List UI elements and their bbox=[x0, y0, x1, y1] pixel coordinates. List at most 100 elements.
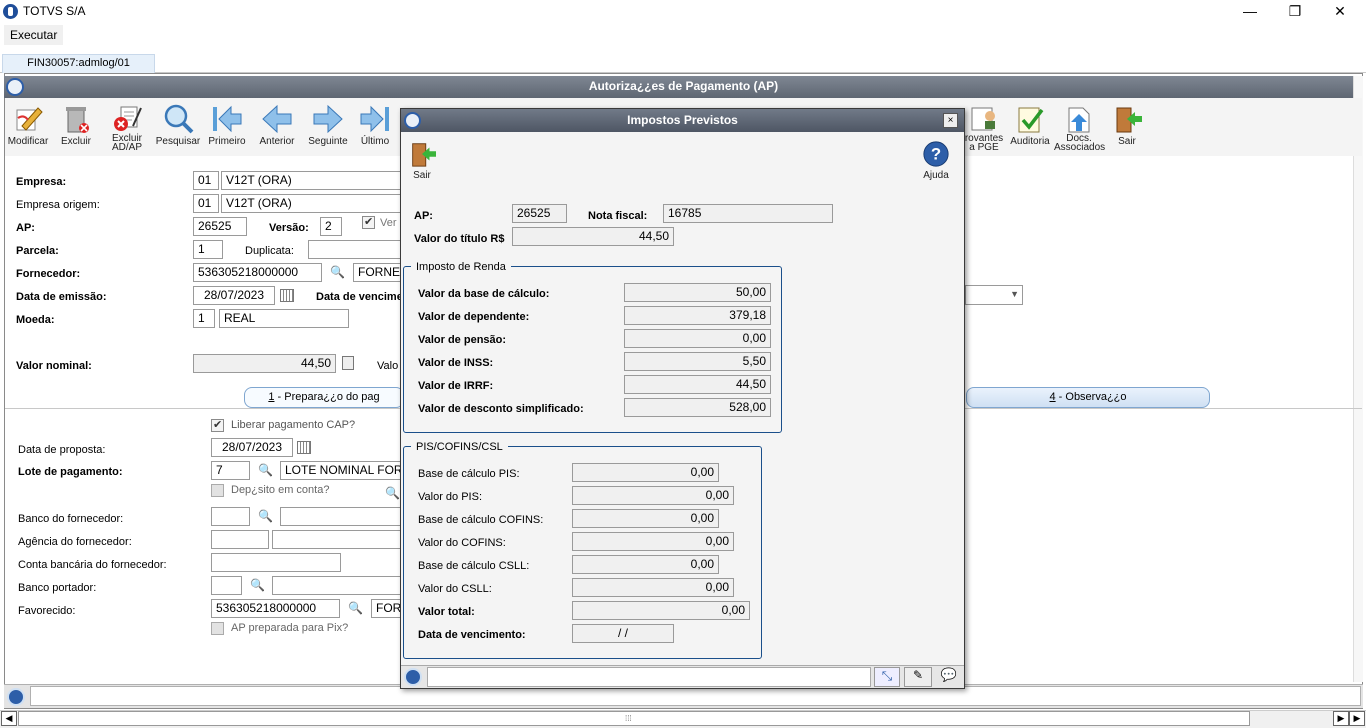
anterior-button[interactable]: Anterior bbox=[252, 100, 302, 156]
comprovantes-pge-button[interactable]: rovantes a PGE bbox=[961, 100, 1007, 156]
ap-field[interactable]: 26525 bbox=[193, 217, 247, 236]
scroll-right-arrow[interactable]: ▶ bbox=[1333, 711, 1349, 726]
chat-icon[interactable]: 💬 bbox=[936, 667, 962, 687]
banco-fornecedor-search-icon[interactable]: 🔍 bbox=[258, 509, 273, 523]
primeiro-button[interactable]: Primeiro bbox=[202, 100, 252, 156]
agencia-code-field[interactable] bbox=[211, 530, 269, 549]
empresa-origem-code-field[interactable]: 01 bbox=[193, 194, 219, 213]
ir-value-field: 528,00 bbox=[624, 398, 771, 417]
conta-bancaria-field[interactable] bbox=[211, 553, 341, 572]
data-emissao-field[interactable]: 28/07/2023 bbox=[193, 286, 275, 305]
banco-fornecedor-code-field[interactable] bbox=[211, 507, 250, 526]
lote-code-field[interactable]: 7 bbox=[211, 461, 250, 480]
banco-portador-name-field[interactable] bbox=[272, 576, 401, 595]
close-button[interactable]: ✕ bbox=[1317, 0, 1363, 24]
menu-executar[interactable]: Executar bbox=[4, 25, 64, 45]
moeda-code-field[interactable]: 1 bbox=[193, 309, 215, 328]
scroll-left-arrow[interactable]: ◀ bbox=[1, 711, 17, 726]
moeda-name-field[interactable]: REAL bbox=[219, 309, 349, 328]
fornecedor-search-icon[interactable]: 🔍 bbox=[330, 265, 345, 279]
auditoria-button[interactable]: Auditoria bbox=[1005, 100, 1055, 156]
status-select[interactable]: ▼ bbox=[965, 285, 1023, 305]
excluir-ad-ap-button[interactable]: Excluir AD/AP bbox=[102, 100, 152, 156]
first-arrow-icon bbox=[213, 105, 242, 133]
modificar-button[interactable]: Modificar bbox=[3, 100, 53, 156]
totvs-header-icon bbox=[6, 78, 24, 96]
maximize-button[interactable]: ❐ bbox=[1272, 0, 1318, 24]
empresa-origem-name-field[interactable]: V12T (ORA) bbox=[221, 194, 401, 213]
parcela-field[interactable]: 1 bbox=[193, 240, 223, 259]
fornecedor-code-field[interactable]: 536305218000000 bbox=[193, 263, 322, 282]
pis-label: Valor total: bbox=[418, 606, 475, 618]
dialog-ap-label: AP: bbox=[414, 210, 433, 222]
parcela-label: Parcela: bbox=[16, 245, 59, 257]
fornecedor-label: Fornecedor: bbox=[16, 268, 81, 280]
deposito-conta-checkbox[interactable] bbox=[211, 484, 224, 497]
excluir-button[interactable]: Excluir bbox=[51, 100, 101, 156]
data-proposta-label: Data de proposta: bbox=[18, 444, 106, 456]
ir-label: Valor de IRRF: bbox=[418, 380, 494, 392]
versao-checkbox[interactable] bbox=[362, 215, 375, 229]
folder-4-observacao[interactable]: 4 - Observa¿¿o bbox=[966, 387, 1210, 408]
dialog-sair-button[interactable]: Sair bbox=[402, 136, 442, 192]
previous-arrow-icon bbox=[262, 104, 292, 134]
dialog-valor-titulo-field: 44,50 bbox=[512, 227, 674, 246]
duplicata-field[interactable] bbox=[308, 240, 401, 259]
banco-portador-code-field[interactable] bbox=[211, 576, 242, 595]
ir-label: Valor de pensão: bbox=[418, 334, 507, 346]
liberar-pagamento-checkbox[interactable] bbox=[211, 418, 224, 432]
lote-name-field[interactable]: LOTE NOMINAL FORNEC bbox=[280, 461, 401, 480]
ir-label: Valor de desconto simplificado: bbox=[418, 403, 584, 415]
seguinte-button[interactable]: Seguinte bbox=[303, 100, 353, 156]
pis-label: Data de vencimento: bbox=[418, 629, 526, 641]
pis-label: Base de cálculo PIS: bbox=[418, 468, 520, 480]
favorecido-code-field[interactable]: 536305218000000 bbox=[211, 599, 340, 618]
receipts-icon bbox=[971, 107, 995, 131]
dialog-ajuda-button[interactable]: ? Ajuda bbox=[914, 136, 958, 192]
next-arrow-icon bbox=[313, 104, 343, 134]
banco-fornecedor-name-field[interactable] bbox=[280, 507, 401, 526]
resize-arrow-icon[interactable]: ⤡ bbox=[874, 667, 900, 687]
data-vencimento-label: Data de vencimen bbox=[316, 291, 410, 303]
ir-value-field: 44,50 bbox=[624, 375, 771, 394]
docs-associados-button[interactable]: Docs. Associados bbox=[1054, 100, 1105, 156]
calendar-icon[interactable] bbox=[280, 289, 294, 302]
tab-fin30057[interactable]: FIN30057:admlog/01 bbox=[2, 54, 155, 73]
deposito-search-icon[interactable]: 🔍 bbox=[385, 486, 400, 500]
scroll-end-arrow[interactable]: ▶ bbox=[1349, 711, 1365, 726]
sair-button[interactable]: Sair bbox=[1102, 100, 1152, 156]
empresa-code-field[interactable]: 01 bbox=[193, 171, 219, 190]
versao-field[interactable]: 2 bbox=[320, 217, 342, 236]
totvs-dialog-icon bbox=[404, 112, 421, 129]
dialog-title: Impostos Previstos bbox=[401, 109, 964, 132]
printer-icon[interactable]: ✎ bbox=[904, 667, 932, 687]
pis-value-field: 0,00 bbox=[572, 486, 734, 505]
vertical-scrollbar[interactable] bbox=[1353, 76, 1363, 682]
pesquisar-button[interactable]: Pesquisar bbox=[153, 100, 203, 156]
edit-icon bbox=[16, 107, 43, 131]
folder-1-preparacao[interactable]: 1 - Prepara¿¿o do pag bbox=[244, 387, 404, 408]
search-icon bbox=[164, 104, 194, 134]
data-proposta-field[interactable]: 28/07/2023 bbox=[211, 438, 293, 457]
duplicata-label: Duplicata: bbox=[245, 245, 294, 257]
favorecido-search-icon[interactable]: 🔍 bbox=[348, 601, 363, 615]
notes-icon[interactable] bbox=[342, 356, 354, 370]
ultimo-button[interactable]: Último bbox=[353, 100, 397, 156]
banco-portador-search-icon[interactable]: 🔍 bbox=[250, 578, 265, 592]
pis-label: Valor do PIS: bbox=[418, 491, 482, 503]
minimize-button[interactable]: — bbox=[1227, 0, 1273, 24]
lote-search-icon[interactable]: 🔍 bbox=[258, 463, 273, 477]
fornecedor-name-field[interactable]: FORNEC bbox=[353, 263, 401, 282]
ap-pix-checkbox[interactable] bbox=[211, 622, 224, 635]
scroll-thumb[interactable]: ⁞⁞⁞ bbox=[18, 711, 1250, 726]
favorecido-name-field[interactable]: FORN bbox=[371, 599, 401, 618]
pis-value-field: 0,00 bbox=[572, 578, 734, 597]
agencia-name-field[interactable] bbox=[272, 530, 401, 549]
dialog-close-button[interactable]: × bbox=[943, 113, 958, 128]
calendar-icon[interactable] bbox=[297, 441, 311, 454]
totvs-logo-icon bbox=[3, 4, 18, 19]
trash-icon bbox=[66, 107, 89, 133]
ir-value-field: 0,00 bbox=[624, 329, 771, 348]
empresa-name-field[interactable]: V12T (ORA) bbox=[221, 171, 401, 190]
svg-text:?: ? bbox=[931, 145, 941, 164]
